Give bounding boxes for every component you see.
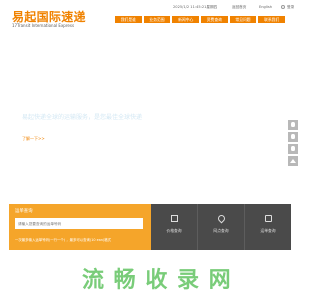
calculator-icon xyxy=(171,215,178,222)
qq-icon[interactable] xyxy=(288,120,298,130)
main-nav: 我们是谁 业务范围 新闻中心 资费查询 常见问题 联系我们 xyxy=(115,16,286,24)
login-link[interactable]: 登录 xyxy=(287,5,294,10)
nav-item-about[interactable]: 我们是谁 xyxy=(115,16,142,23)
skype-icon[interactable] xyxy=(288,144,298,154)
english-link[interactable]: English xyxy=(259,5,272,9)
quick-link-outlet-query[interactable]: 网点查询 xyxy=(198,204,245,250)
top-info-bar: 2025/1/2 11:45:21星期四 返回首页 English 登录 xyxy=(173,5,297,13)
tracking-number-input[interactable] xyxy=(15,218,143,229)
logo-english-text: 17Transit International Express xyxy=(12,23,75,28)
nav-item-services[interactable]: 业务范围 xyxy=(143,16,171,23)
side-toolbar xyxy=(288,120,298,168)
qq-icon[interactable] xyxy=(288,132,298,142)
tracking-title: 运单查询 xyxy=(15,209,33,214)
hero-tagline: 易起快递全球的运输服务，是您最佳全球快递 xyxy=(22,114,143,121)
current-date: 2025/1/2 11:45:21星期四 xyxy=(173,5,218,9)
document-icon xyxy=(265,215,272,222)
quick-link-price-query[interactable]: 价格查询 xyxy=(151,204,198,250)
nav-item-faq[interactable]: 常见问题 xyxy=(229,16,257,23)
quick-link-waybill-query[interactable]: 运单查询 xyxy=(245,204,291,250)
site-logo[interactable]: 易起国际速递 17Transit International Express xyxy=(12,8,107,28)
user-icon xyxy=(281,5,285,9)
hero-banner: 易起快递全球的运输服务，是您最佳全球快递 了解一下>> xyxy=(0,40,300,205)
nav-item-rates[interactable]: 资费查询 xyxy=(201,16,228,23)
home-link[interactable]: 返回首页 xyxy=(232,5,246,10)
nav-item-contact[interactable]: 联系我们 xyxy=(258,16,286,23)
quick-link-label: 运单查询 xyxy=(260,228,276,233)
back-to-top-icon[interactable] xyxy=(288,156,298,166)
learn-more-link[interactable]: 了解一下>> xyxy=(22,136,45,142)
quick-link-label: 价格查询 xyxy=(166,228,182,233)
map-pin-icon xyxy=(216,213,227,224)
quick-links-panel: 价格查询 网点查询 运单查询 xyxy=(151,204,291,250)
nav-item-news[interactable]: 新闻中心 xyxy=(172,16,200,23)
tracking-panel: 运单查询 一次最多输入运单号码(一行一个) ，最多可以查询(10 ean)格式 xyxy=(9,204,151,250)
watermark-text: 流 畅 收 录 网 xyxy=(82,268,232,293)
tracking-hint: 一次最多输入运单号码(一行一个) ，最多可以查询(10 ean)格式 xyxy=(15,238,112,242)
quick-link-label: 网点查询 xyxy=(213,228,229,233)
